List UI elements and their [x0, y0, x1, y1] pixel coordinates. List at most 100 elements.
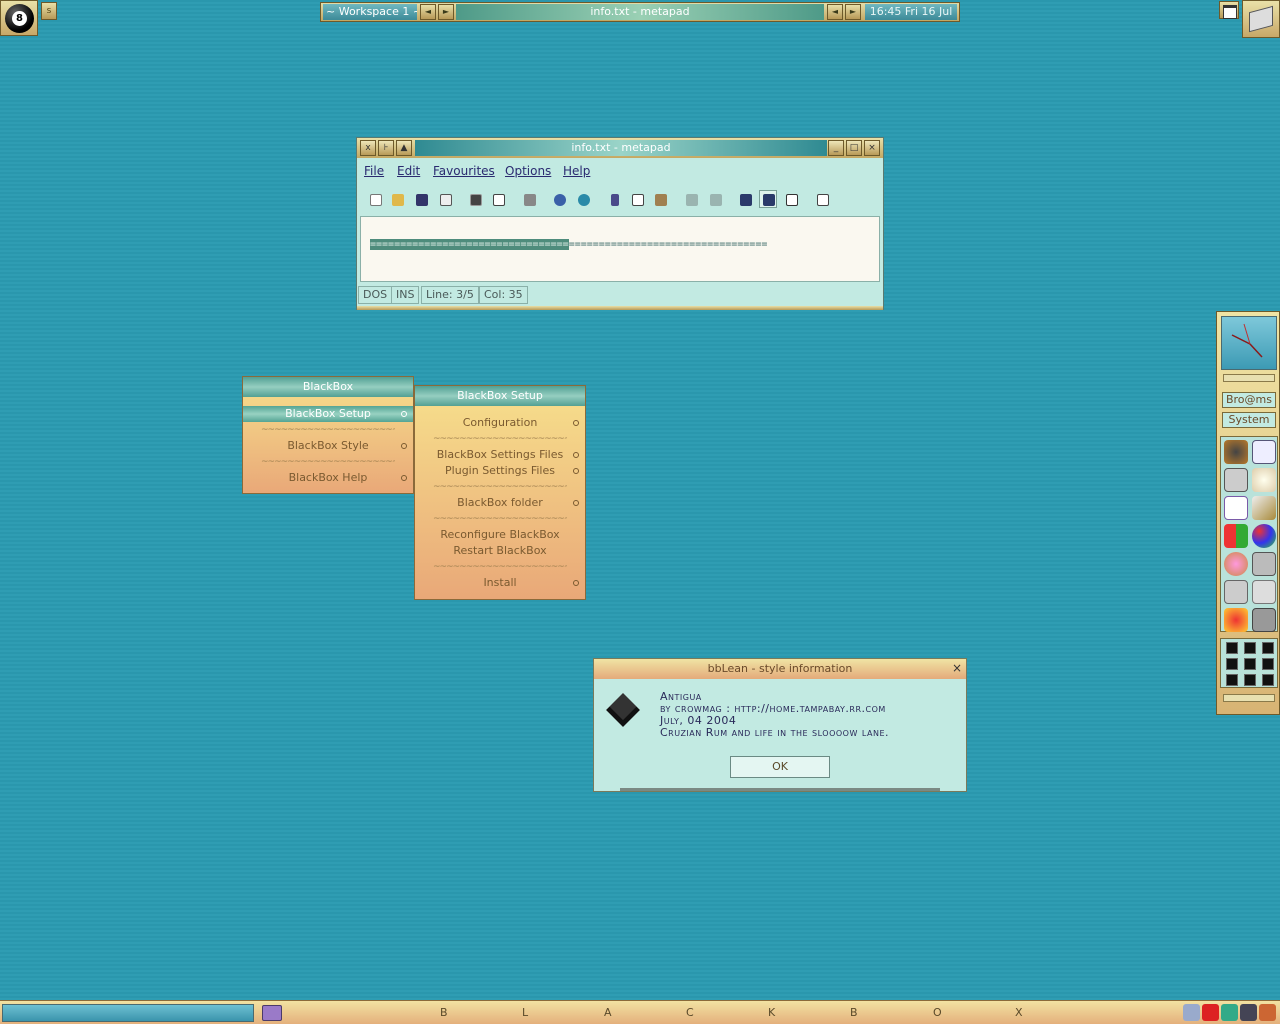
ok-button[interactable]: OK [730, 756, 830, 778]
hard-drive-icon[interactable] [1224, 580, 1248, 604]
pause-icon[interactable] [1244, 674, 1256, 686]
dialog-title[interactable]: bbLean - style information [594, 659, 966, 679]
submenu-indicator-icon [401, 411, 407, 417]
window-resize-grip[interactable] [357, 306, 883, 310]
replace-icon[interactable] [574, 190, 592, 208]
stop-icon[interactable] [1244, 642, 1256, 654]
list-icon[interactable] [1226, 674, 1238, 686]
window-menu-button[interactable]: x [360, 140, 376, 156]
menu-edit[interactable]: Edit [397, 164, 420, 178]
cut-icon[interactable] [605, 190, 623, 208]
play-icon[interactable] [1244, 658, 1256, 670]
window-list-icon[interactable] [1219, 1, 1239, 19]
messenger-icon[interactable] [1221, 1004, 1238, 1021]
dock-slider-top[interactable] [1223, 374, 1275, 382]
menu-file[interactable]: File [364, 164, 384, 178]
power-icon[interactable] [1226, 642, 1238, 654]
dock-button-system[interactable]: System [1222, 412, 1276, 428]
menu-help[interactable]: Help [563, 164, 590, 178]
lightbulb-icon[interactable] [1252, 468, 1276, 492]
window-pin-button[interactable]: ⊦ [378, 140, 394, 156]
dock-slider-bottom[interactable] [1223, 694, 1275, 702]
save-as-icon[interactable] [436, 190, 454, 208]
redo-icon[interactable] [706, 190, 724, 208]
taskbar-letter: O [933, 1006, 942, 1019]
find-icon[interactable] [550, 190, 568, 208]
blackbox-menu-title[interactable]: BlackBox [243, 377, 413, 397]
volume-icon[interactable] [1183, 1004, 1200, 1021]
taskbar-app-icon[interactable] [262, 1005, 282, 1021]
dialog-close-icon[interactable]: × [952, 661, 962, 675]
window-icon[interactable] [1252, 440, 1276, 464]
menu-item-blackbox-help[interactable]: BlackBox Help [243, 470, 413, 486]
pen-icon[interactable] [1252, 496, 1276, 520]
insert-icon[interactable] [466, 190, 484, 208]
rewind-icon[interactable] [1226, 658, 1238, 670]
dock-button-broams[interactable]: Bro@ms [1222, 392, 1276, 408]
launch-viewer-icon[interactable] [489, 190, 507, 208]
window-shade-button[interactable]: ▲ [396, 140, 412, 156]
network-tray-icon[interactable] [1240, 1004, 1257, 1021]
copy-icon[interactable] [628, 190, 646, 208]
menu-separator: ~~~~~~~~~~~~~~~~~~~~~~~~~~~~~~~~~~~~ [433, 434, 567, 444]
update-icon[interactable] [1259, 1004, 1276, 1021]
word-wrap-icon[interactable] [736, 190, 754, 208]
menu-item-blackbox-style[interactable]: BlackBox Style [243, 438, 413, 454]
active-window-title[interactable]: info.txt - metapad [456, 4, 824, 20]
tile-icon[interactable] [1262, 674, 1274, 686]
package-icon[interactable] [1252, 552, 1276, 576]
print-icon[interactable] [520, 190, 538, 208]
computer-icon[interactable] [1252, 608, 1276, 632]
windows-logo-icon[interactable] [1224, 524, 1248, 548]
menu-item-reconfigure-blackbox[interactable]: Reconfigure BlackBox [415, 527, 585, 543]
window-titlebar[interactable]: x ⊦ ▲ info.txt - metapad _ □ × [357, 138, 883, 158]
menu-options[interactable]: Options [505, 164, 551, 178]
metapad-window: x ⊦ ▲ info.txt - metapad _ □ × File Edit… [356, 137, 884, 310]
menu-separator: ~~~~~~~~~~~~~~~~~~~~~~~~~~~~~~~~~~~~ [261, 457, 395, 467]
workspace-next-button[interactable]: ► [438, 4, 454, 20]
menu-item-blackbox-folder[interactable]: BlackBox folder [415, 495, 585, 511]
menu-item-blackbox-setup[interactable]: BlackBox Setup [243, 406, 413, 422]
menu-item-install[interactable]: Install [415, 575, 585, 591]
settings-icon[interactable] [813, 190, 831, 208]
window-prev-button[interactable]: ◄ [827, 4, 843, 20]
network-icon[interactable] [1224, 468, 1248, 492]
transparent-icon[interactable] [782, 190, 800, 208]
taskbar-workspace-area[interactable] [2, 1004, 254, 1022]
grid-icon[interactable] [1262, 642, 1274, 654]
clock-hands-icon [1231, 323, 1263, 358]
minimize-button[interactable]: _ [828, 140, 844, 156]
undo-icon[interactable] [682, 190, 700, 208]
save-icon[interactable] [412, 190, 430, 208]
menu-item-blackbox-settings-files[interactable]: BlackBox Settings Files [415, 447, 585, 463]
maximize-button[interactable]: □ [846, 140, 862, 156]
tools-icon[interactable] [1224, 608, 1248, 632]
workspace-prev-button[interactable]: ◄ [420, 4, 436, 20]
spider-icon[interactable] [1224, 440, 1248, 464]
forward-icon[interactable] [1262, 658, 1274, 670]
paste-icon[interactable] [651, 190, 669, 208]
menu-separator: ~~~~~~~~~~~~~~~~~~~~~~~~~~~~~~~~~~~~ [433, 514, 567, 524]
menu-item-plugin-settings-files[interactable]: Plugin Settings Files [415, 463, 585, 479]
open-folder-icon[interactable] [388, 190, 406, 208]
control-panel-icon[interactable] [1252, 580, 1276, 604]
computer-icon [1249, 5, 1273, 33]
status-line: Line: 3/5 [421, 286, 479, 304]
blackbox-setup-menu-title[interactable]: BlackBox Setup [415, 386, 585, 406]
font-icon[interactable] [759, 190, 777, 208]
menu-favourites[interactable]: Favourites [433, 164, 495, 178]
my-computer-badge[interactable] [1242, 0, 1280, 38]
color-circles-icon[interactable] [1252, 524, 1276, 548]
menu-item-configuration[interactable]: Configuration [415, 415, 585, 431]
menu-item-restart-blackbox[interactable]: Restart BlackBox [415, 543, 585, 559]
notepad-icon[interactable] [1224, 496, 1248, 520]
close-button[interactable]: × [864, 140, 880, 156]
window-next-button[interactable]: ► [845, 4, 861, 20]
left-toolbar-button[interactable]: s [41, 2, 57, 20]
palette-icon[interactable] [1224, 552, 1248, 576]
new-file-icon[interactable] [366, 190, 384, 208]
antivirus-icon[interactable] [1202, 1004, 1219, 1021]
start-badge[interactable]: 8 [0, 0, 38, 36]
text-editor[interactable]: ========================================… [360, 216, 880, 282]
workspace-label[interactable]: ~ Workspace 1 ~ [323, 4, 417, 20]
